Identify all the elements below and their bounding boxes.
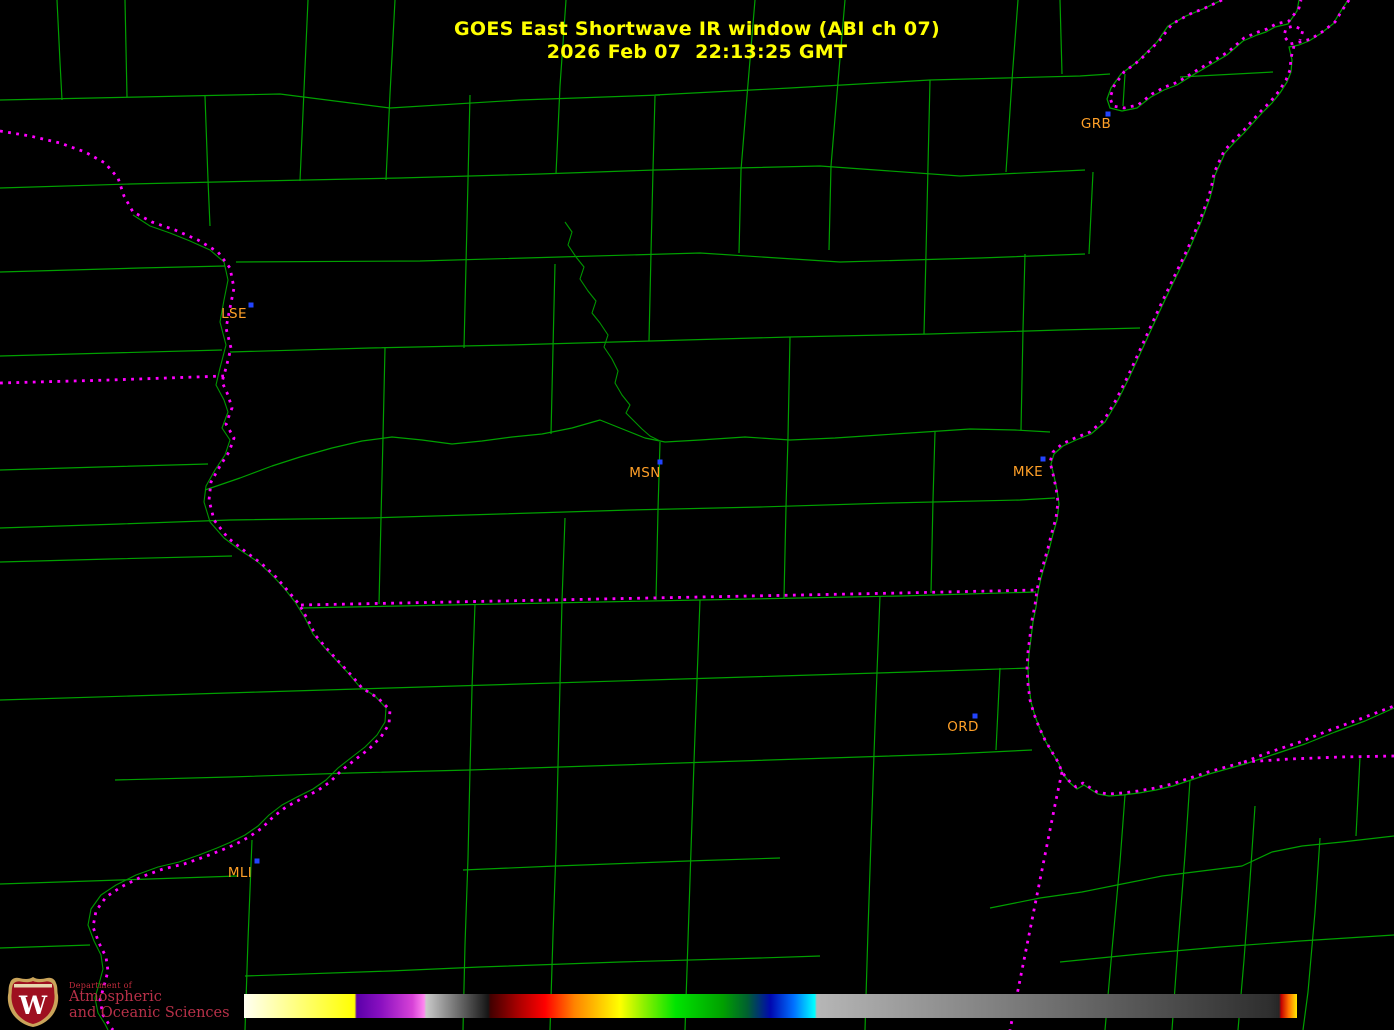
title-line-2: 2026 Feb 07 22:13:25 GMT: [0, 41, 1394, 64]
county-boundary-line: [0, 94, 660, 108]
station-label-mke: MKE: [1013, 464, 1043, 480]
county-boundary-line: [245, 956, 820, 976]
county-boundary-line: [463, 604, 475, 1030]
station-marker-lse: [249, 303, 254, 308]
state-border-line: [1244, 706, 1394, 762]
county-boundary-line: [550, 518, 565, 1030]
logo-name-line-1: Atmospheric: [69, 990, 230, 1006]
county-boundary-line: [115, 750, 1032, 780]
county-boundary-line: [301, 592, 1036, 608]
county-boundary-line: [996, 668, 1000, 750]
station-label-lse: LSE: [221, 306, 247, 322]
county-boundary-line: [865, 596, 880, 1030]
county-boundary-line: [463, 858, 780, 870]
county-boundary-line: [379, 348, 385, 604]
aos-logo: W Department of Atmospheric and Oceanic …: [6, 976, 230, 1028]
county-boundary-line: [0, 464, 208, 470]
county-boundary-line: [0, 945, 90, 948]
county-boundary-line: [0, 668, 1030, 700]
county-boundary-line: [230, 328, 1140, 352]
uw-crest-icon: W: [6, 976, 60, 1028]
station-marker-msn: [658, 460, 663, 465]
state-border-line: [301, 590, 1037, 605]
county-boundary-line: [1303, 838, 1320, 1030]
station-marker-mli: [255, 859, 260, 864]
county-boundary-line: [0, 876, 238, 884]
county-boundary-line: [1356, 757, 1360, 836]
county-boundary-line: [1089, 172, 1093, 254]
title-line-1: GOES East Shortwave IR window (ABI ch 07…: [0, 18, 1394, 41]
county-boundary-line: [1172, 780, 1190, 1030]
county-boundary-line: [1060, 935, 1394, 962]
river-line: [133, 215, 295, 602]
state-border-line: [1010, 772, 1062, 1030]
county-boundary-line: [931, 432, 935, 593]
county-boundary-line: [1123, 74, 1125, 106]
county-boundary-line: [649, 96, 655, 341]
station-label-grb: GRB: [1081, 116, 1111, 132]
county-boundary-line: [0, 266, 225, 272]
county-boundary-line: [0, 556, 232, 562]
county-boundary-line: [551, 264, 555, 434]
state-border-line: [1027, 46, 1294, 794]
image-title: GOES East Shortwave IR window (ABI ch 07…: [0, 18, 1394, 64]
station-label-ord: ORD: [947, 719, 979, 735]
county-boundary-line: [655, 166, 1085, 176]
svg-text:W: W: [18, 991, 48, 1020]
satellite-map-stage: GOES East Shortwave IR window (ABI ch 07…: [0, 0, 1394, 1030]
logo-text: Department of Atmospheric and Oceanic Sc…: [69, 976, 230, 1021]
station-label-mli: MLI: [228, 865, 252, 881]
state-border-line: [0, 376, 224, 383]
county-boundary-line: [784, 337, 790, 598]
station-marker-ord: [973, 714, 978, 719]
county-boundary-line: [1021, 254, 1025, 430]
county-boundary-line: [236, 253, 1085, 262]
county-boundary-line: [0, 170, 655, 188]
county-boundary-line: [0, 350, 222, 356]
county-boundary-line: [0, 498, 1055, 528]
county-boundary-line: [205, 96, 210, 226]
county-boundary-line: [655, 74, 1110, 95]
logo-name-line-2: and Oceanic Sciences: [69, 1006, 230, 1022]
county-boundary-line: [990, 836, 1394, 908]
county-boundary-line: [464, 95, 470, 348]
county-boundary-line: [924, 80, 930, 334]
station-label-msn: MSN: [629, 465, 661, 481]
county-boundary-line: [685, 600, 700, 1030]
state-border-line: [0, 131, 390, 1030]
river-line: [88, 602, 386, 1030]
county-boundary-line: [205, 420, 1050, 490]
station-marker-mke: [1041, 457, 1046, 462]
temperature-colorbar: [244, 994, 1297, 1018]
map-svg: [0, 0, 1394, 1030]
